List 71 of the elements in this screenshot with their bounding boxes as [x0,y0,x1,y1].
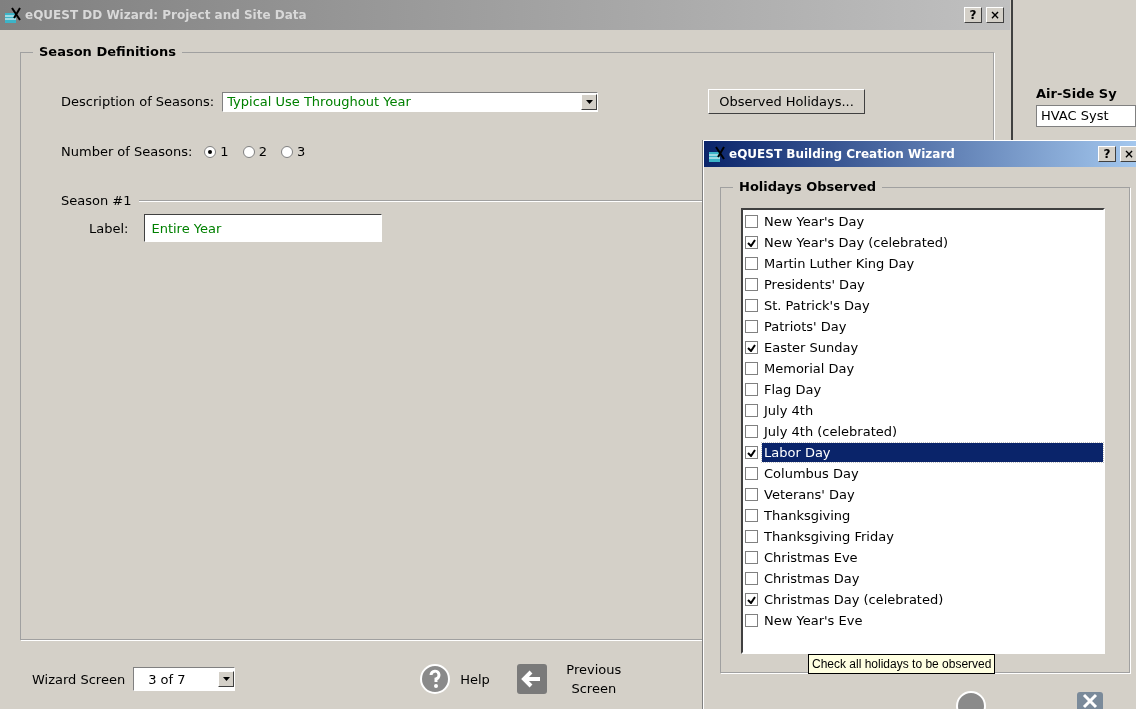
field-label: Label: [89,220,129,236]
checkbox[interactable] [745,383,758,396]
checkbox[interactable] [745,320,758,333]
holiday-item[interactable]: Thanksgiving [762,506,853,525]
checkbox[interactable] [745,362,758,375]
checkbox[interactable] [745,425,758,438]
previous-screen-button[interactable]: Previous Screen [515,660,630,698]
help-button[interactable]: Help [420,664,490,694]
system-field[interactable]: HVAC Syst [1036,105,1136,127]
checkbox[interactable] [745,215,758,228]
holiday-item[interactable]: Patriots' Day [762,317,849,336]
holiday-item[interactable]: Flag Day [762,380,824,399]
checkbox[interactable] [745,278,758,291]
label-field[interactable]: Entire Year [144,214,383,242]
group-title: Holidays Observed [733,179,883,194]
season-radio[interactable]: 3 [280,144,306,159]
checkmark-icon [747,448,756,457]
holiday-item[interactable]: St. Patrick's Day [762,296,872,315]
holiday-item[interactable]: Presidents' Day [762,275,867,294]
checkbox[interactable] [745,467,758,480]
holiday-item[interactable]: New Year's Day [762,212,867,231]
holiday-item[interactable]: Memorial Day [762,359,857,378]
holiday-item[interactable]: Labor Day [762,443,1103,462]
checkmark-icon [747,595,756,604]
group-title: Season #1 [61,193,132,208]
description-dropdown[interactable]: Typical Use Throughout Year [222,91,599,112]
holiday-item[interactable]: Easter Sunday [762,338,861,357]
field-label: Wizard Screen [32,671,126,687]
field-label: Number of Seasons: [61,144,193,159]
caret-icon [221,676,231,682]
caret-icon [584,98,594,105]
holiday-item[interactable]: July 4th [762,401,816,420]
field-label: Description of Seasons: [61,94,215,109]
checkbox[interactable] [745,404,758,417]
app-icon [4,6,21,24]
checkbox[interactable] [745,236,758,249]
checkbox[interactable] [745,593,758,606]
window-title: eQUEST DD Wizard: Project and Site Data [25,8,308,22]
panel-heading: Air-Side Sy [1036,86,1118,101]
group-title: Season Definitions [33,44,182,59]
observed-holidays-button[interactable]: Observed Holidays... [708,89,865,114]
holiday-item[interactable]: July 4th (celebrated) [762,422,900,441]
help-button[interactable]: ? [1098,146,1116,162]
holiday-item[interactable]: New Year's Eve [762,611,865,630]
holiday-item[interactable]: Thanksgiving Friday [762,527,896,546]
holiday-item[interactable]: Christmas Day [762,569,862,588]
checkbox[interactable] [745,341,758,354]
holiday-item[interactable]: Veterans' Day [762,485,857,504]
checkbox[interactable] [745,299,758,312]
checkmark-icon [747,238,756,247]
checkbox[interactable] [745,572,758,585]
holiday-item[interactable]: Christmas Day (celebrated) [762,590,946,609]
checkbox[interactable] [745,257,758,270]
season-radio[interactable]: 2 [242,144,267,159]
holiday-item[interactable]: Columbus Day [762,464,861,483]
checkmark-icon [747,343,756,352]
holiday-item[interactable]: Christmas Eve [762,548,860,567]
holiday-item[interactable]: New Year's Day (celebrated) [762,233,951,252]
checkbox[interactable] [745,488,758,501]
close-button[interactable]: × [1120,146,1136,162]
holiday-item[interactable]: Martin Luther King Day [762,254,917,273]
window-title: eQUEST Building Creation Wizard [729,147,956,161]
wizard-screen-dropdown[interactable]: 3 of 7 [133,667,236,691]
checkbox[interactable] [745,509,758,522]
checkbox[interactable] [745,551,758,564]
checkbox[interactable] [745,446,758,459]
tooltip: Check all holidays to be observed [808,654,996,674]
app-icon [708,145,725,163]
checkbox[interactable] [745,614,758,627]
season-radio[interactable]: 1 [204,144,229,159]
checkbox[interactable] [745,530,758,543]
